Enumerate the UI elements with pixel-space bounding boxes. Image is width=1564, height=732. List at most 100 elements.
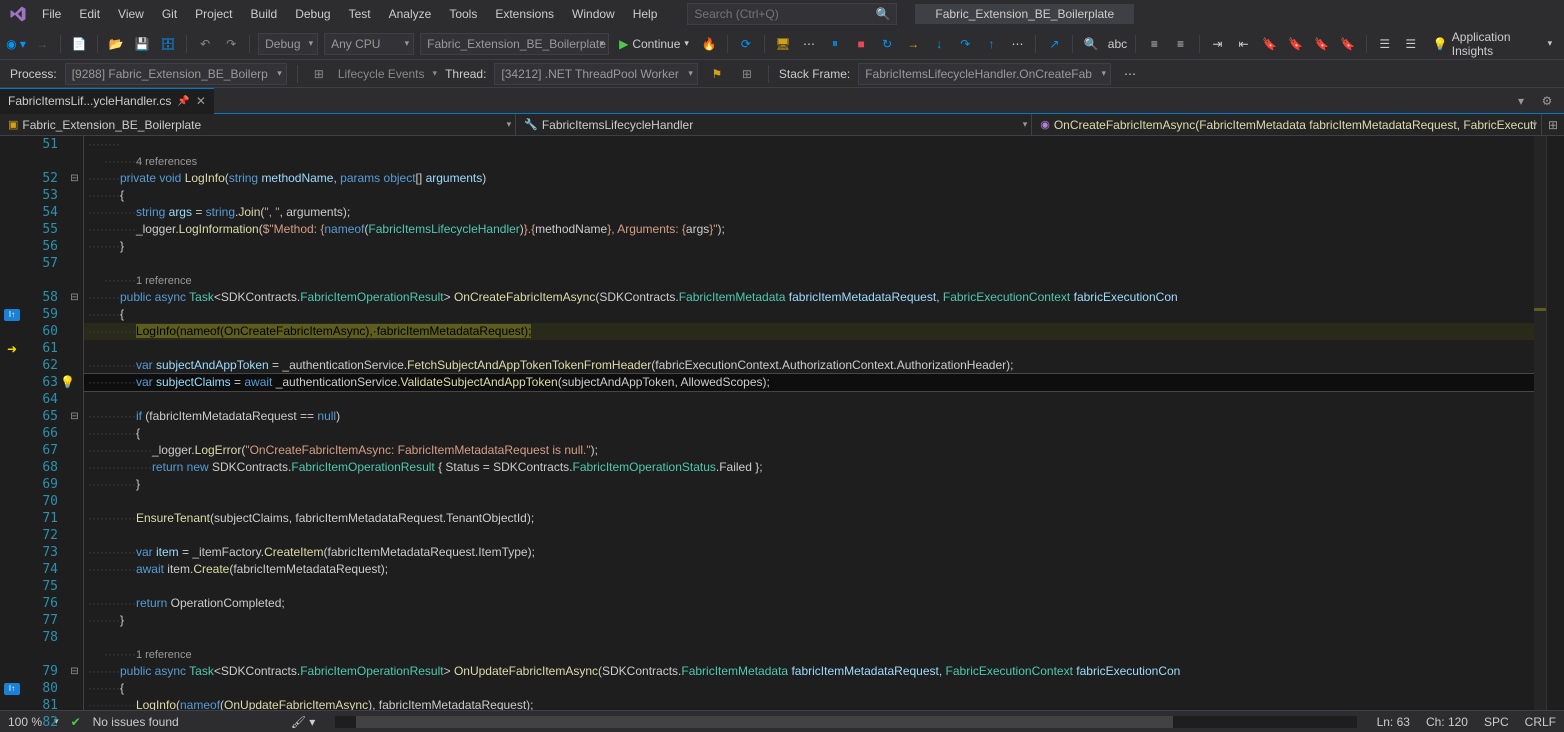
line-indicator[interactable]: Ln: 63 (1377, 715, 1410, 729)
vs-logo-icon[interactable] (4, 0, 32, 28)
show-next-icon[interactable]: → (903, 33, 923, 55)
continue-button[interactable]: ▶ Continue ▾ (615, 37, 693, 51)
vertical-scrollbar[interactable] (1546, 136, 1564, 710)
save-icon[interactable]: 💾 (132, 33, 152, 55)
lineending-indicator[interactable]: CRLF (1525, 715, 1556, 729)
search-icon: 🔍 (875, 7, 890, 21)
extension2-icon[interactable]: ☰ (1401, 33, 1421, 55)
nav-forward-icon[interactable]: → (32, 33, 52, 55)
extension1-icon[interactable]: ☰ (1375, 33, 1395, 55)
current-statement-icon: ➜ (7, 342, 17, 356)
overflow-icon[interactable]: ⋯ (799, 33, 819, 55)
fold-toggle[interactable]: ⊟ (66, 663, 83, 680)
app-insights-label: Application Insights (1452, 30, 1544, 58)
split-icon[interactable]: ⊞ (1542, 114, 1564, 136)
stackframe-label: Stack Frame: (779, 67, 850, 81)
menu-file[interactable]: File (34, 3, 69, 25)
next-bookmark-icon[interactable]: 🔖 (1312, 33, 1332, 55)
fold-toggle[interactable]: ⊟ (66, 289, 83, 306)
fold-toggle[interactable]: ⊟ (66, 408, 83, 425)
char-indicator[interactable]: Ch: 120 (1426, 715, 1468, 729)
save-all-icon[interactable]: 🗄 (158, 33, 178, 55)
startup-dropdown[interactable]: Fabric_Extension_BE_Boilerplate (420, 33, 609, 55)
restart-debug-icon[interactable]: ↻ (877, 33, 897, 55)
document-tabs: FabricItemsLif...ycleHandler.cs 📌 ✕ ▾ ⚙ (0, 88, 1564, 114)
nav-class[interactable]: 🔧 FabricItemsLifecycleHandler (516, 114, 1032, 135)
pin-icon[interactable]: 📌 (177, 96, 189, 107)
fold-toggle[interactable]: ⊟ (66, 170, 83, 187)
shield-icon[interactable]: abc (1107, 33, 1127, 55)
navigation-bar: ▣ Fabric_Extension_BE_Boilerplate 🔧 Fabr… (0, 114, 1564, 136)
menu-project[interactable]: Project (187, 3, 240, 25)
lifecycle-label: Lifecycle Events (338, 67, 425, 81)
menu-analyze[interactable]: Analyze (381, 3, 440, 25)
find-icon[interactable]: 🔍 (1081, 33, 1101, 55)
nav-method[interactable]: ◉ OnCreateFabricItemAsync(FabricItemMeta… (1032, 114, 1542, 135)
issues-text[interactable]: No issues found (93, 715, 179, 729)
tab-active[interactable]: FabricItemsLif...ycleHandler.cs 📌 ✕ (0, 88, 214, 114)
live-share-icon[interactable]: ↗ (1044, 33, 1064, 55)
gear-icon[interactable]: ⚙ (1536, 90, 1558, 112)
config-dropdown[interactable]: Debug (258, 33, 318, 55)
step-over-icon[interactable]: ↷ (955, 33, 975, 55)
open-icon[interactable]: 📂 (106, 33, 126, 55)
stackframe-overflow-icon[interactable]: ⋯ (1119, 63, 1141, 85)
comment-icon[interactable]: ≡ (1144, 33, 1164, 55)
gutter-margin: I↑ ➜ I↑ (0, 136, 24, 710)
project-icon: ▣ (8, 118, 18, 131)
overview-ruler[interactable] (1534, 136, 1546, 710)
nav-back-icon[interactable]: ◉ ▾ (6, 33, 26, 55)
prev-bookmark-icon[interactable]: 🔖 (1286, 33, 1306, 55)
app-insights-button[interactable]: 💡 Application Insights ▾ (1427, 30, 1558, 58)
menu-help[interactable]: Help (625, 3, 666, 25)
menu-view[interactable]: View (110, 3, 152, 25)
clear-bookmark-icon[interactable]: 🔖 (1338, 33, 1358, 55)
menu-git[interactable]: Git (154, 3, 185, 25)
menu-tools[interactable]: Tools (441, 3, 485, 25)
menu-debug[interactable]: Debug (287, 3, 338, 25)
thread-icon[interactable]: ⊞ (736, 63, 758, 85)
menu-extensions[interactable]: Extensions (487, 3, 562, 25)
stackframe-dropdown[interactable]: FabricItemsLifecycleHandler.OnCreateFab (858, 63, 1111, 85)
close-icon[interactable]: ✕ (196, 94, 206, 108)
solution-name[interactable]: Fabric_Extension_BE_Boilerplate (915, 4, 1134, 24)
search-box[interactable]: 🔍 (687, 3, 897, 25)
lifecycle-icon[interactable]: ⊞ (308, 63, 330, 85)
main-toolbar: ◉ ▾ → 📄 📂 💾 🗄 ↶ ↷ Debug Any CPU Fabric_E… (0, 28, 1564, 60)
hot-reload-icon[interactable]: 🔥 (699, 33, 719, 55)
code-editor[interactable]: I↑ ➜ I↑ 51 525354555657 5859606162 63💡 6… (0, 136, 1564, 710)
flag-icon[interactable]: ⚑ (706, 63, 728, 85)
menu-edit[interactable]: Edit (71, 3, 108, 25)
browser-icon[interactable]: 🖥 (773, 33, 793, 55)
code-content[interactable]: ········ ········4 references ········pr… (84, 136, 1534, 710)
bookmark-icon[interactable]: 🔖 (1260, 33, 1280, 55)
brush-icon[interactable]: 🖌 ▾ (291, 715, 316, 729)
step-icon[interactable]: ⋯ (1007, 33, 1027, 55)
menu-window[interactable]: Window (564, 3, 623, 25)
horizontal-scrollbar[interactable] (335, 716, 1356, 728)
stop-icon[interactable]: ■ (851, 33, 871, 55)
menu-build[interactable]: Build (243, 3, 286, 25)
process-dropdown[interactable]: [9288] Fabric_Extension_BE_Boilerp (65, 63, 287, 85)
bulb-icon: 💡 (1433, 37, 1448, 51)
uncomment-icon[interactable]: ≡ (1170, 33, 1190, 55)
step-out-icon[interactable]: ↑ (981, 33, 1001, 55)
step-into-icon[interactable]: ↓ (929, 33, 949, 55)
nav-project[interactable]: ▣ Fabric_Extension_BE_Boilerplate (0, 114, 516, 135)
indent-icon[interactable]: ⇥ (1207, 33, 1227, 55)
search-input[interactable] (694, 7, 875, 21)
new-project-icon[interactable]: 📄 (69, 33, 89, 55)
platform-dropdown[interactable]: Any CPU (324, 33, 414, 55)
break-all-icon[interactable]: ⏸ (825, 33, 845, 55)
restart-icon[interactable]: ⟳ (736, 33, 756, 55)
tab-dropdown-icon[interactable]: ▾ (1510, 90, 1532, 112)
outdent-icon[interactable]: ⇤ (1233, 33, 1253, 55)
lightbulb-icon[interactable]: 💡 (60, 374, 75, 391)
menu-test[interactable]: Test (341, 3, 379, 25)
spaces-indicator[interactable]: SPC (1484, 715, 1509, 729)
redo-icon[interactable]: ↷ (221, 33, 241, 55)
play-icon: ▶ (619, 37, 628, 51)
undo-icon[interactable]: ↶ (195, 33, 215, 55)
thread-dropdown[interactable]: [34212] .NET ThreadPool Worker (494, 63, 697, 85)
continue-label: Continue (632, 37, 680, 51)
